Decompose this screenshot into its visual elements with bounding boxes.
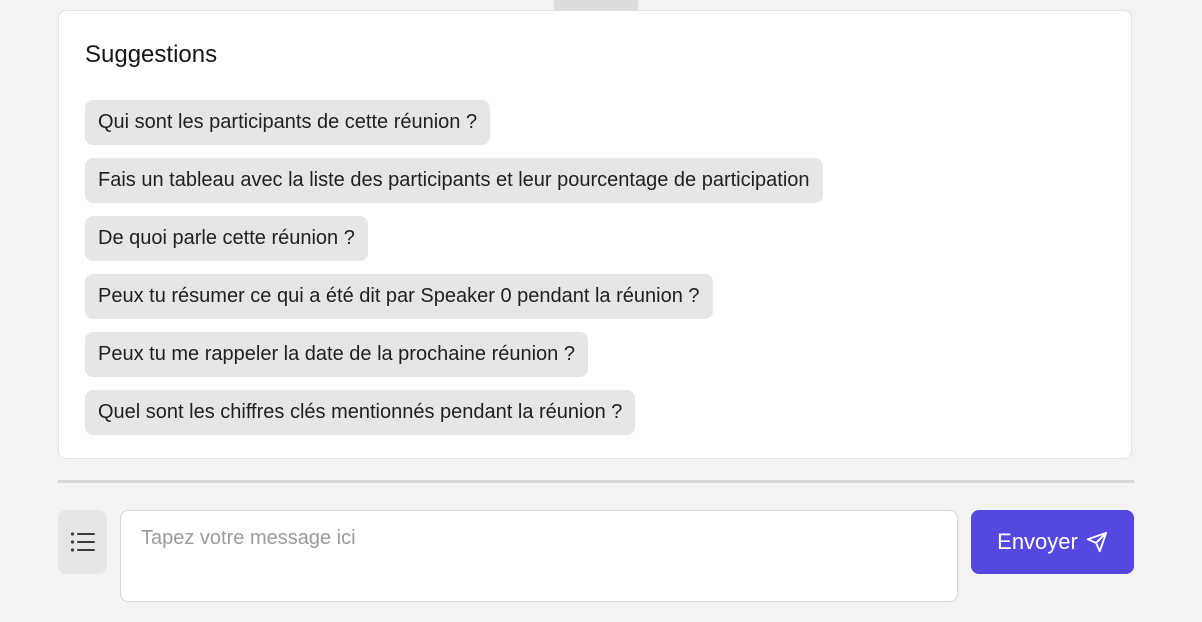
send-button[interactable]: Envoyer [971, 510, 1134, 574]
suggestions-toggle-button[interactable] [58, 510, 107, 574]
chat-panel: Suggestions Qui sont les participants de… [0, 0, 1202, 622]
suggestions-title: Suggestions [85, 41, 218, 68]
resize-handle[interactable] [554, 0, 638, 10]
message-input[interactable] [120, 510, 958, 602]
suggestion-chip[interactable]: Peux tu résumer ce qui a été dit par Spe… [85, 274, 713, 319]
suggestion-chip[interactable]: Qui sont les participants de cette réuni… [85, 100, 491, 145]
suggestion-chip[interactable]: Peux tu me rappeler la date de la procha… [85, 332, 588, 377]
suggestion-list: Qui sont les participants de cette réuni… [85, 100, 823, 435]
send-button-label: Envoyer [997, 529, 1078, 554]
suggestion-chip[interactable]: Quel sont les chiffres clés mentionnés p… [85, 390, 636, 435]
suggestion-chip[interactable]: Fais un tableau avec la liste des partic… [85, 158, 823, 203]
suggestion-chip[interactable]: De quoi parle cette réunion ? [85, 216, 368, 261]
suggestions-card: Suggestions Qui sont les participants de… [58, 10, 1132, 459]
divider [58, 480, 1134, 483]
list-icon [70, 532, 95, 552]
send-icon [1086, 531, 1107, 553]
